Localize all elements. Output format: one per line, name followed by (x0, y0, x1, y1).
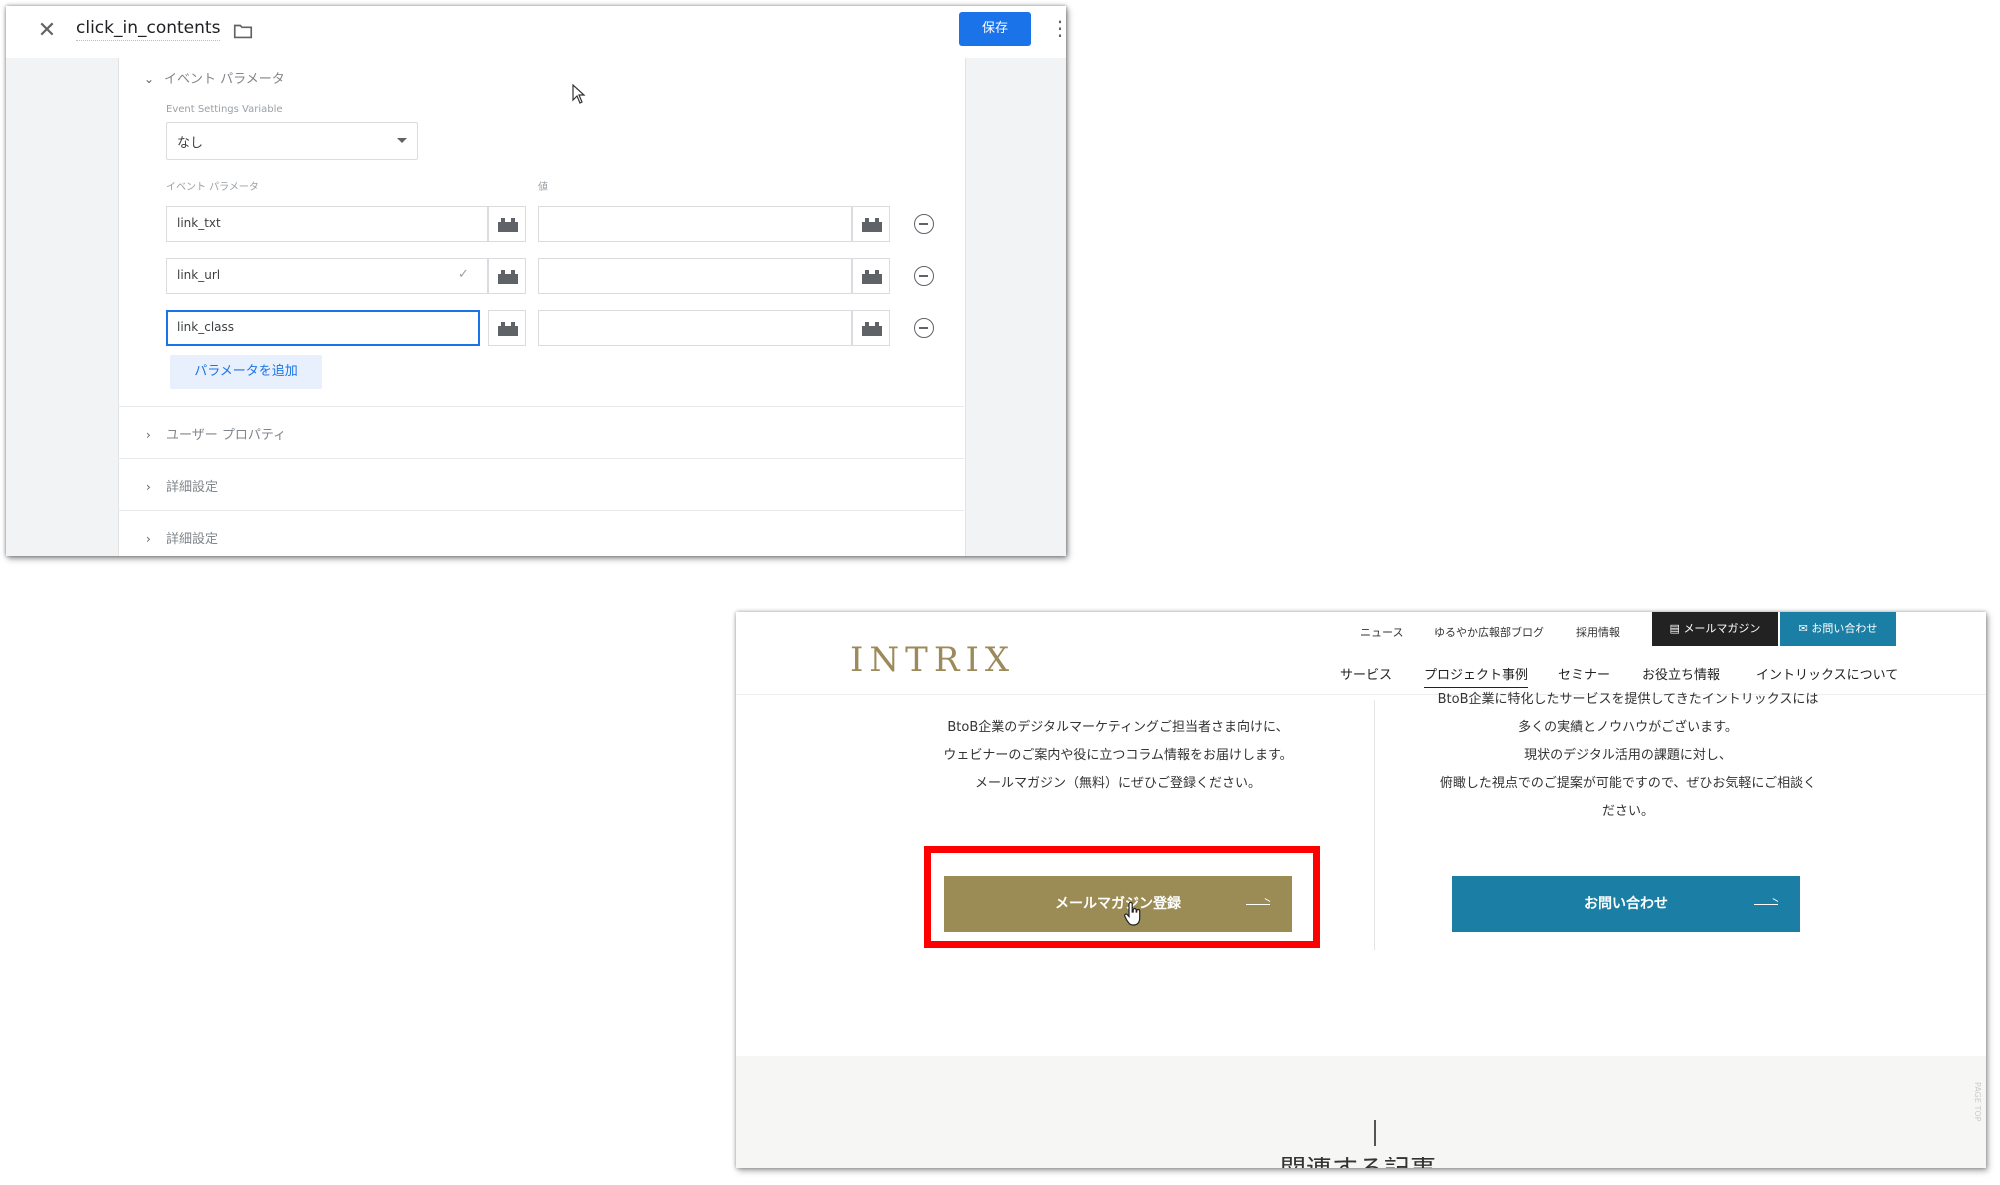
variable-brick-icon (498, 270, 518, 284)
variable-picker-button[interactable] (488, 310, 526, 346)
save-button[interactable]: 保存 (959, 12, 1031, 46)
variable-picker-button[interactable] (852, 206, 890, 242)
highlight-annotation-box (924, 846, 1320, 948)
dropdown-caret-icon (397, 138, 407, 143)
param-value-input[interactable] (538, 310, 852, 346)
event-params-section-title: イベント パラメータ (164, 72, 285, 87)
mouse-pointer-icon (572, 84, 586, 104)
page-top-link[interactable]: PAGE TOP (1968, 1082, 1982, 1142)
variable-picker-button[interactable] (852, 310, 890, 346)
description-line: 現状のデジタル活用の課題に対し、 (1524, 748, 1732, 763)
intrix-logo[interactable]: INTRIX (850, 640, 1015, 680)
more-options-icon[interactable]: ⋮ (1050, 18, 1066, 38)
section-divider (118, 510, 964, 511)
param-name-header: イベント パラメータ (166, 182, 259, 193)
header-mail-magazine-label: メールマガジン (1683, 622, 1761, 635)
chevron-right-icon: › (146, 428, 151, 442)
param-name-input[interactable]: link_url (166, 258, 488, 294)
chevron-right-icon: › (146, 532, 151, 546)
remove-param-icon[interactable] (914, 214, 934, 234)
advanced-section-title: 詳細設定 (166, 480, 219, 495)
magazine-icon: ▤ (1669, 622, 1684, 635)
mail-magazine-description: BtoB企業のデジタルマーケティングご担当者さま向けに、 ウェビナーのご案内や役… (888, 714, 1348, 798)
event-settings-label: Event Settings Variable (166, 104, 283, 115)
related-articles-band (736, 1056, 1986, 1168)
header-contact-button[interactable]: ✉ お問い合わせ (1780, 612, 1896, 646)
utility-link-news[interactable]: ニュース (1360, 624, 1403, 640)
editor-topbar: ✕ click_in_contents 保存 ⋮ (6, 6, 1066, 58)
description-line: ウェビナーのご案内や役に立つコラム情報をお届けします。 (943, 748, 1293, 763)
header-contact-label: お問い合わせ (1811, 622, 1878, 635)
nav-resources[interactable]: お役立ち情報 (1642, 664, 1720, 683)
section-divider (118, 406, 964, 407)
tag-name-title[interactable]: click_in_contents (76, 18, 221, 41)
remove-param-icon[interactable] (914, 266, 934, 286)
description-line: ださい。 (1601, 804, 1654, 819)
variable-picker-button[interactable] (488, 258, 526, 294)
variable-brick-icon (862, 322, 882, 336)
event-params-section-header[interactable]: ⌄ イベント パラメータ (144, 68, 285, 87)
related-articles-heading: 関連する記事 (1280, 1157, 1480, 1168)
variable-brick-icon (862, 218, 882, 232)
mail-icon: ✉ (1798, 622, 1812, 635)
intrix-website: INTRIX ニュース ゆるやか広報部ブログ 採用情報 ▤ メールマガジン ✉ … (736, 612, 1986, 1168)
advanced-section-header[interactable]: › 詳細設定 (146, 476, 218, 495)
right-gutter (964, 58, 1066, 556)
contact-description: BtoB企業に特化したサービスを提供してきたイントリックスには 多くの実績とノウ… (1388, 686, 1868, 826)
event-settings-select[interactable]: なし (166, 122, 418, 160)
nav-seminar[interactable]: セミナー (1558, 664, 1610, 683)
param-name-input-focused[interactable]: link_class (166, 310, 480, 346)
description-line: BtoB企業のデジタルマーケティングご担当者さま向けに、 (947, 720, 1289, 735)
description-line: 多くの実績とノウハウがございます。 (1518, 720, 1738, 735)
chevron-right-icon: › (146, 480, 151, 494)
nav-service[interactable]: サービス (1340, 664, 1392, 683)
contact-button-label: お問い合わせ (1584, 896, 1668, 912)
description-line: 俯瞰した視点でのご提案が可能ですので、ぜひお気軽にご相談く (1439, 776, 1817, 791)
param-value-header: 値 (538, 182, 548, 193)
param-name-input[interactable]: link_txt (166, 206, 488, 242)
gtm-tag-editor: ✕ click_in_contents 保存 ⋮ ⌄ イベント パラメータ Eve… (6, 6, 1066, 556)
nav-about[interactable]: イントリックスについて (1756, 664, 1898, 683)
variable-picker-button[interactable] (852, 258, 890, 294)
advanced-section-header[interactable]: › 詳細設定 (146, 528, 218, 547)
advanced-section-title: 詳細設定 (166, 532, 219, 547)
variable-picker-button[interactable] (488, 206, 526, 242)
check-icon: ✓ (458, 267, 469, 282)
param-value-input[interactable] (538, 206, 852, 242)
add-parameter-button[interactable]: パラメータを追加 (170, 355, 322, 389)
header-mail-magazine-button[interactable]: ▤ メールマガジン (1652, 612, 1778, 646)
description-line: BtoB企業に特化したサービスを提供してきたイントリックスには (1437, 692, 1819, 707)
section-divider (118, 458, 964, 459)
arrow-right-icon (1754, 904, 1778, 905)
section-marker-line (1374, 1120, 1376, 1146)
user-props-section-title: ユーザー プロパティ (166, 428, 287, 443)
event-settings-value: なし (177, 136, 204, 151)
param-value-input[interactable] (538, 258, 852, 294)
chevron-down-icon: ⌄ (144, 72, 155, 86)
utility-link-blog[interactable]: ゆるやか広報部ブログ (1434, 624, 1544, 640)
variable-brick-icon (498, 322, 518, 336)
nav-projects[interactable]: プロジェクト事例 (1424, 664, 1529, 688)
contact-button[interactable]: お問い合わせ (1452, 876, 1800, 932)
utility-link-recruit[interactable]: 採用情報 (1576, 624, 1620, 640)
user-props-section-header[interactable]: › ユーザー プロパティ (146, 424, 286, 443)
close-icon[interactable]: ✕ (32, 16, 62, 46)
left-gutter (6, 58, 118, 556)
folder-icon[interactable] (232, 20, 254, 42)
remove-param-icon[interactable] (914, 318, 934, 338)
hand-pointer-icon (1124, 902, 1141, 926)
description-line: メールマガジン（無料）にぜひご登録ください。 (974, 776, 1261, 791)
variable-brick-icon (498, 218, 518, 232)
variable-brick-icon (862, 270, 882, 284)
column-divider (1374, 700, 1375, 950)
